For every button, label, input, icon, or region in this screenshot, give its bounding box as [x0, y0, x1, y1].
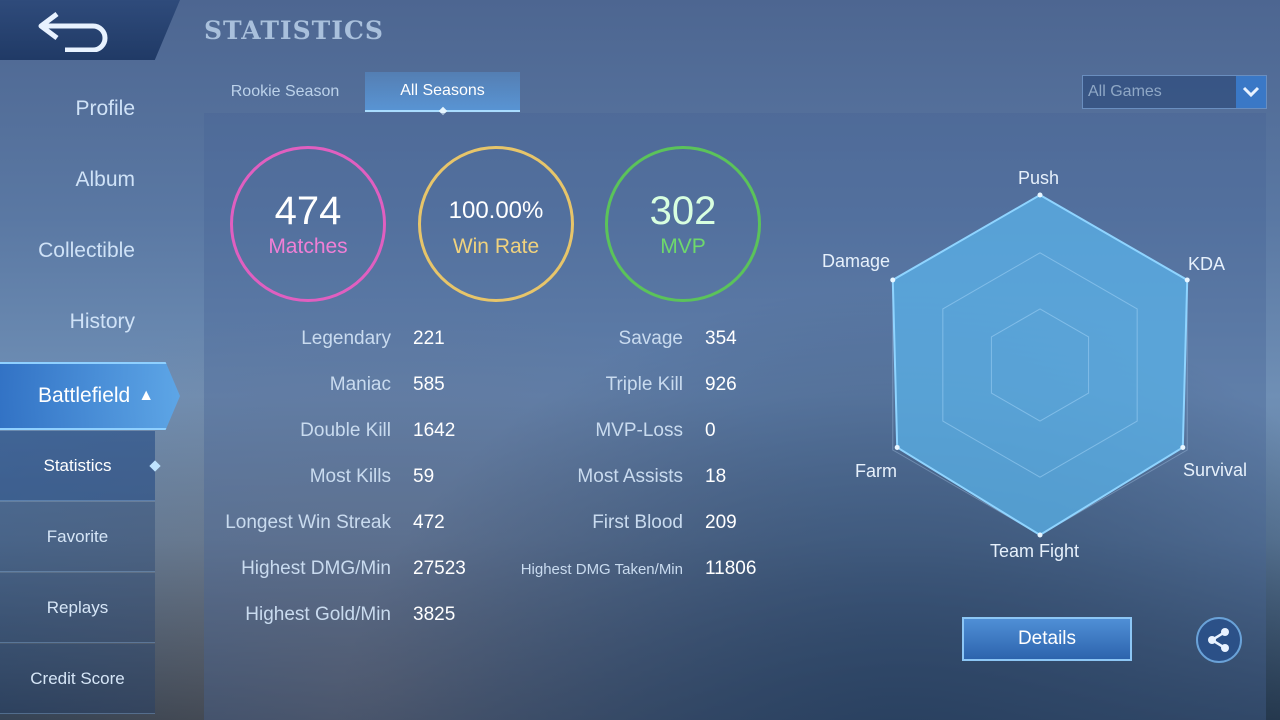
chevron-down-icon[interactable]: [1236, 76, 1266, 108]
radar-point: [1037, 532, 1043, 538]
game-mode-select[interactable]: All Games: [1082, 75, 1267, 109]
back-button[interactable]: [0, 0, 180, 60]
stat-value-most-kills: 59: [413, 466, 435, 487]
sidebar-subitem-credit-score[interactable]: Credit Score: [0, 644, 155, 714]
sidebar: Profile Album Collectible History Battle…: [0, 75, 185, 720]
sidebar-subitem-statistics[interactable]: Statistics: [0, 431, 155, 501]
radar-point: [894, 444, 900, 450]
stat-value-savage: 354: [705, 328, 737, 349]
radar-point: [1037, 192, 1043, 198]
stat-label-mvp-loss: MVP-Loss: [595, 420, 683, 441]
sidebar-subitem-favorite[interactable]: Favorite: [0, 502, 155, 572]
sidebar-item-battlefield[interactable]: Battlefield ▲: [0, 362, 180, 430]
sidebar-item-label: Battlefield: [38, 384, 131, 407]
stat-value-maniac: 585: [413, 374, 445, 395]
matches-ring: 474 Matches: [230, 146, 386, 302]
mvp-value: 302: [649, 189, 717, 233]
mvp-ring: 302 MVP: [605, 146, 761, 302]
stat-value-highest-dmg-taken-min: 11806: [705, 558, 757, 579]
radar-label-team-fight: Team Fight: [990, 541, 1080, 561]
details-button[interactable]: Details: [962, 617, 1132, 661]
back-arrow-icon: [38, 12, 108, 52]
radar-label-farm: Farm: [855, 461, 897, 481]
stat-value-first-blood: 209: [705, 512, 737, 533]
share-icon: [1208, 628, 1229, 652]
stat-label-most-assists: Most Assists: [577, 466, 683, 487]
sidebar-subitem-replays[interactable]: Replays: [0, 573, 155, 643]
stat-value-triple-kill: 926: [705, 374, 737, 395]
stat-label-most-kills: Most Kills: [309, 466, 391, 487]
stat-label-legendary: Legendary: [301, 328, 391, 349]
battlefield-submenu: Statistics Favorite Replays Credit Score: [0, 431, 155, 720]
stat-label-longest-win-streak: Longest Win Streak: [225, 512, 391, 533]
radar-label-damage: Damage: [822, 251, 891, 271]
game-mode-value: All Games: [1088, 83, 1162, 100]
stat-value-double-kill: 1642: [413, 420, 456, 441]
chevron-up-icon: ▲: [138, 387, 155, 404]
sidebar-item-profile[interactable]: Profile: [0, 97, 155, 121]
radar-data-area: [891, 193, 1189, 537]
radar-point: [1184, 277, 1190, 283]
radar-point: [1180, 444, 1186, 450]
win-rate-value: 100.00%: [448, 197, 544, 224]
radar-label-push: Push: [1018, 168, 1060, 188]
stat-value-mvp-loss: 0: [705, 420, 716, 441]
radar-label-survival: Survival: [1183, 460, 1248, 480]
tab-all-seasons[interactable]: All Seasons: [365, 72, 520, 112]
stat-label-highest-gold-min: Highest Gold/Min: [245, 604, 391, 625]
mvp-label: MVP: [660, 235, 706, 258]
stat-label-savage: Savage: [618, 328, 683, 349]
stat-value-longest-win-streak: 472: [413, 512, 445, 533]
sidebar-item-history[interactable]: History: [0, 310, 155, 334]
share-button[interactable]: [1196, 617, 1242, 663]
stat-label-first-blood: First Blood: [592, 512, 683, 533]
stat-label-highest-dmg-min: Highest DMG/Min: [241, 558, 391, 579]
sidebar-item-album[interactable]: Album: [0, 168, 155, 192]
matches-label: Matches: [268, 235, 348, 258]
win-rate-label: Win Rate: [452, 235, 540, 258]
stat-label-highest-dmg-taken-min: Highest DMG Taken/Min: [520, 561, 683, 578]
stat-value-most-assists: 18: [705, 466, 727, 487]
win-rate-ring: 100.00% Win Rate: [418, 146, 574, 302]
stat-label-double-kill: Double Kill: [300, 420, 391, 441]
radar-label-kda: KDA: [1188, 254, 1226, 274]
stat-label-maniac: Maniac: [329, 374, 391, 395]
stat-value-highest-dmg-min: 27523: [413, 558, 466, 579]
sidebar-item-collectible[interactable]: Collectible: [0, 239, 155, 263]
radar-point: [890, 277, 896, 283]
tab-rookie-season[interactable]: Rookie Season: [210, 72, 360, 112]
matches-value: 474: [274, 189, 342, 233]
stat-label-triple-kill: Triple Kill: [605, 374, 683, 395]
stat-value-highest-gold-min: 3825: [413, 604, 456, 625]
page-title: STATISTICS: [204, 16, 384, 45]
stat-value-legendary: 221: [413, 328, 445, 349]
radar-chart: [890, 192, 1190, 538]
